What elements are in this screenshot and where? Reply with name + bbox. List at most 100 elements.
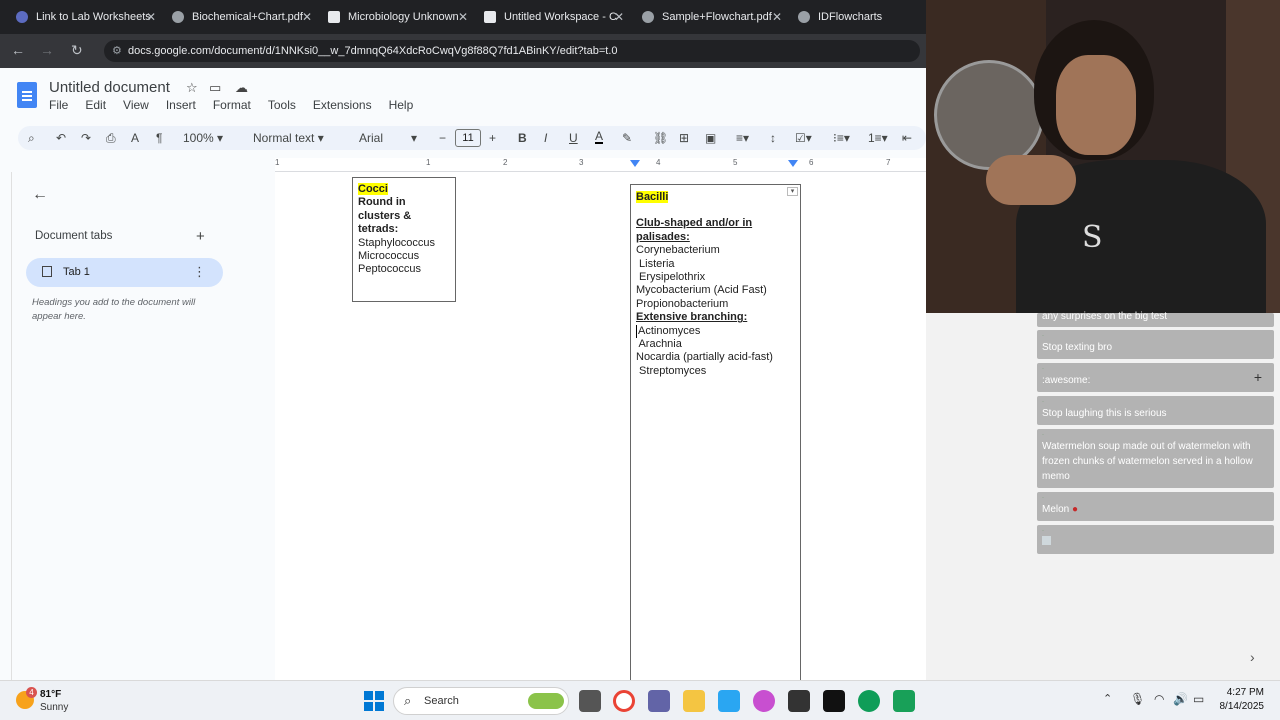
weather-desc[interactable]: Sunny (40, 702, 68, 713)
chat-message: · :awesome: + (1037, 363, 1274, 392)
link-icon[interactable]: ⛓ (653, 131, 668, 145)
docs-logo-icon[interactable] (17, 82, 37, 108)
font-size-input[interactable]: 11 (455, 129, 481, 147)
add-tab-icon[interactable]: + (196, 228, 205, 245)
numbered-list-icon[interactable]: 1≡▾ (868, 131, 888, 145)
indent-marker-icon[interactable] (630, 160, 640, 167)
bulleted-list-icon[interactable]: ⁝≡▾ (833, 131, 850, 145)
task-view-icon[interactable] (579, 690, 601, 712)
document-page[interactable]: Cocci Round in clusters & tetrads: Staph… (275, 172, 926, 684)
italic-icon[interactable]: I (544, 131, 547, 145)
undo-icon[interactable]: ↶ (56, 131, 66, 145)
checklist-icon[interactable]: ☑▾ (795, 131, 812, 145)
tab-close-icon[interactable]: ✕ (614, 10, 624, 24)
comment-icon[interactable]: ⊞ (679, 131, 689, 145)
menu-help[interactable]: Help (389, 98, 414, 112)
document-title[interactable]: Untitled document (49, 79, 170, 96)
clock-date[interactable]: 8/14/2025 (1212, 701, 1265, 712)
tab-title: IDFlowcharts (818, 11, 883, 23)
edge-icon[interactable] (858, 690, 880, 712)
menu-insert[interactable]: Insert (166, 98, 196, 112)
list-item: Nocardia (partially acid-fast) (636, 351, 773, 364)
wifi-icon[interactable]: ◠ (1154, 692, 1164, 706)
decrease-font-size-icon[interactable]: − (439, 131, 446, 145)
chevron-right-icon[interactable]: › (1250, 649, 1255, 665)
chat-text: :awesome: (1042, 375, 1091, 386)
address-bar[interactable]: ⚙ docs.google.com/document/d/1NNKsi0__w_… (104, 40, 920, 62)
back-icon[interactable]: ← (11, 42, 25, 58)
site-info-icon[interactable]: ⚙ (112, 40, 122, 62)
reload-icon[interactable]: ↻ (71, 42, 83, 59)
document-tabs-label: Document tabs (35, 230, 113, 242)
sidebar-tab-1[interactable]: Tab 1 ⋮ (26, 258, 223, 287)
clock-time[interactable]: 4:27 PM (1222, 687, 1264, 698)
line-spacing-icon[interactable]: ↕ (770, 131, 776, 145)
search-menus-icon[interactable]: ⌕ (28, 131, 35, 146)
menu-extensions[interactable]: Extensions (313, 98, 372, 112)
weather-temp[interactable]: 81°F (40, 689, 61, 700)
right-indent-marker-icon[interactable] (788, 160, 798, 167)
menu-view[interactable]: View (123, 98, 149, 112)
app-icon[interactable] (893, 690, 915, 712)
menu-edit[interactable]: Edit (85, 98, 106, 112)
spellcheck-icon[interactable]: A (131, 131, 139, 145)
bold-icon[interactable]: B (518, 131, 527, 145)
chevron-up-icon[interactable]: ⌃ (1103, 692, 1112, 705)
style-select[interactable]: Normal text ▾ (253, 131, 324, 145)
store-icon[interactable] (788, 690, 810, 712)
print-icon[interactable]: ⎙ (106, 131, 116, 146)
underline-icon[interactable]: U (569, 131, 578, 145)
chrome-icon[interactable] (613, 690, 635, 712)
cocci-text-box[interactable]: Cocci Round in clusters & tetrads: Staph… (352, 177, 456, 302)
box-options-icon[interactable]: ▾ (787, 187, 798, 196)
image-icon[interactable]: ▣ (705, 131, 716, 145)
text-color-icon[interactable]: A (595, 130, 604, 144)
tab-close-icon[interactable]: ✕ (458, 10, 468, 24)
zoom-select[interactable]: 100% ▾ (183, 131, 223, 145)
taskbar-search-box[interactable]: ⌕ Search (393, 687, 569, 715)
browser-tab[interactable]: Biochemical+Chart.pdf ✕ (172, 5, 312, 29)
forward-icon[interactable]: → (40, 42, 54, 58)
menu-format[interactable]: Format (213, 98, 251, 112)
paint-format-icon[interactable]: ¶ (156, 131, 162, 145)
highlight-icon[interactable]: ✎ (622, 131, 632, 145)
align-icon[interactable]: ≡▾ (736, 131, 749, 145)
list-item: Streptomyces (636, 364, 707, 377)
person-arm-shape (986, 155, 1076, 205)
list-item: Peptococcus (358, 263, 421, 276)
font-select[interactable]: Arial ▾ (359, 131, 419, 145)
star-icon[interactable]: ☆ (186, 80, 198, 96)
bacilli-text-box[interactable]: ▾ Bacilli Club-shaped and/or in palisade… (630, 184, 801, 684)
browser-tab[interactable]: Untitled Workspace - C ✕ (484, 5, 624, 29)
tab-close-icon[interactable]: ✕ (302, 10, 312, 24)
volume-icon[interactable]: 🔊 (1173, 692, 1188, 706)
move-folder-icon[interactable]: ▭ (209, 80, 221, 96)
tab-close-icon[interactable]: ✕ (772, 10, 782, 24)
menu-file[interactable]: File (49, 98, 68, 112)
increase-font-size-icon[interactable]: + (489, 131, 496, 145)
tab-close-icon[interactable]: ✕ (146, 10, 156, 24)
microphone-icon[interactable]: 🎙 (1130, 692, 1145, 706)
copilot-pro-icon[interactable] (718, 690, 740, 712)
menu-tools[interactable]: Tools (268, 98, 296, 112)
windows-start-icon[interactable] (364, 691, 384, 711)
chat-user-badge: · (1042, 399, 1044, 405)
copilot-icon[interactable] (753, 690, 775, 712)
redo-icon[interactable]: ↷ (81, 131, 91, 145)
browser-tab[interactable]: Microbiology Unknown ✕ (328, 5, 468, 29)
browser-tab[interactable]: IDFlowcharts (798, 5, 918, 29)
close-outline-icon[interactable]: ← (32, 186, 48, 204)
indent-icon[interactable]: ⇤ (902, 131, 912, 145)
chat-message: · Watermelon soup made out of watermelon… (1037, 429, 1274, 488)
more-options-icon[interactable]: ⋮ (193, 264, 206, 280)
plus-icon[interactable]: + (1254, 370, 1262, 385)
shirt-logo-icon: S (1082, 220, 1103, 255)
teams-icon[interactable] (648, 690, 670, 712)
file-explorer-icon[interactable] (683, 690, 705, 712)
horizontal-ruler[interactable]: 1 1 2 3 4 5 6 7 (275, 158, 926, 172)
capcut-icon[interactable] (823, 690, 845, 712)
battery-icon[interactable]: ▭ (1193, 692, 1204, 706)
browser-tab[interactable]: Link to Lab Worksheets ✕ (16, 5, 156, 29)
browser-tab[interactable]: Sample+Flowchart.pdf ✕ (642, 5, 782, 29)
ruler-number: 1 (426, 158, 431, 167)
